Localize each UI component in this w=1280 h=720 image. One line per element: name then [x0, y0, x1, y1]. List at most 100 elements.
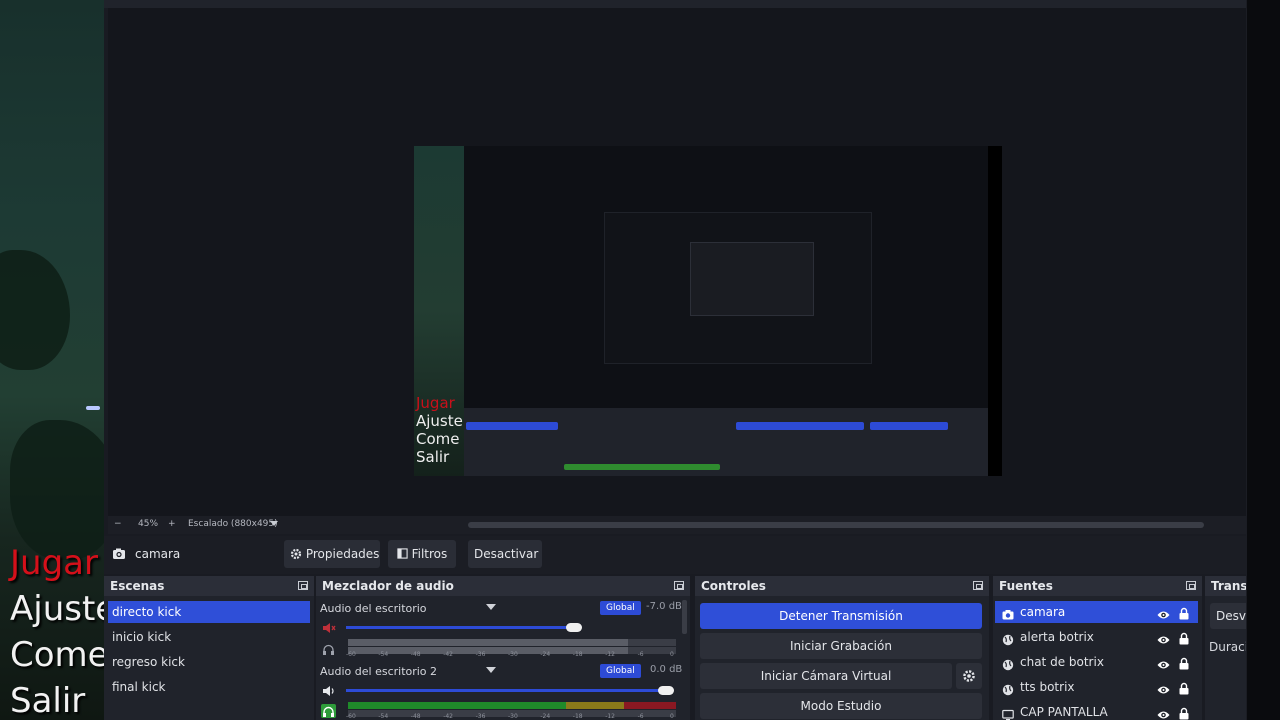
source-item[interactable]: camara: [995, 601, 1198, 623]
desktop-edge: [1247, 0, 1280, 720]
source-label: chat de botrix: [1020, 655, 1104, 669]
source-label: camara: [1020, 605, 1066, 619]
meter-tick-label: 0: [670, 651, 674, 658]
controls-dock: Controles Detener Transmisión Iniciar Gr…: [695, 576, 989, 720]
preview-menu-word: Come: [416, 430, 460, 448]
mixer-scrollbar[interactable]: [682, 600, 687, 634]
meter-tick-label: -48: [410, 713, 421, 720]
meter-tick-label: -24: [540, 713, 551, 720]
scene-item[interactable]: inicio kick: [108, 626, 310, 648]
level-meter-peak: [348, 639, 628, 646]
source-item[interactable]: alerta botrix: [995, 626, 1198, 648]
meter-tick-label: -42: [443, 713, 453, 720]
scaling-label: Escalado (880x495): [188, 519, 278, 529]
undock-icon[interactable]: [674, 581, 684, 590]
speaker-icon[interactable]: [322, 685, 336, 697]
source-item[interactable]: CAP PANTALLA: [995, 701, 1198, 720]
meter-tick-label: -30: [508, 651, 518, 658]
level-meter-red: [624, 702, 676, 709]
meter-tick-label: -60: [346, 651, 356, 658]
deactivate-button[interactable]: Desactivar: [468, 540, 542, 568]
lock-icon[interactable]: [1179, 705, 1189, 720]
gear-icon: [290, 548, 302, 560]
meter-tick-label: -6: [637, 713, 644, 720]
preview-canvas-area[interactable]: Jugar Ajuste Come Salir: [108, 8, 1247, 516]
menu-strip: [104, 0, 1247, 8]
meter-tick-label: -12: [605, 651, 615, 658]
volume-knob[interactable]: [658, 686, 674, 695]
camera-icon: [113, 548, 125, 559]
audio-mixer-dock: Mezclador de audio Audio del escritorio …: [316, 576, 690, 720]
transitions-header: Transic: [1205, 576, 1247, 596]
source-item[interactable]: tts botrix: [995, 676, 1198, 698]
global-button[interactable]: Global: [600, 601, 641, 615]
filters-label: Filtros: [411, 547, 448, 561]
horizontal-scrollbar[interactable]: [468, 522, 1204, 528]
nested-source-highlight: [870, 422, 948, 430]
meter-tick-label: -12: [605, 713, 615, 720]
level-meter-green: [348, 702, 566, 709]
properties-button[interactable]: Propiedades: [284, 540, 380, 568]
sources-title: Fuentes: [999, 579, 1053, 593]
zoom-in-button[interactable]: +: [168, 519, 176, 529]
meter-tick-label: -42: [443, 651, 453, 658]
stop-streaming-button[interactable]: Detener Transmisión: [700, 603, 982, 629]
undock-icon[interactable]: [298, 581, 308, 590]
undock-icon[interactable]: [1186, 581, 1196, 590]
filters-button[interactable]: Filtros: [388, 540, 456, 568]
controls-title: Controles: [701, 579, 766, 593]
preview-menu-words: Jugar Ajuste Come Salir: [416, 394, 463, 466]
source-item[interactable]: chat de botrix: [995, 651, 1198, 673]
undock-icon[interactable]: [973, 581, 983, 590]
channel-menu-icon[interactable]: [486, 667, 496, 673]
scene-item[interactable]: regreso kick: [108, 651, 310, 673]
zoom-level: 45%: [138, 519, 159, 529]
meter-tick-label: -60: [346, 713, 356, 720]
globe-icon: [1002, 681, 1014, 696]
monitor-toggle[interactable]: [321, 704, 336, 718]
level-meter-yellow: [566, 702, 624, 709]
sources-dock: Fuentes camara alerta botrix chat de botri…: [993, 576, 1202, 720]
muted-speaker-icon[interactable]: [322, 622, 336, 634]
scenes-title: Escenas: [110, 579, 165, 593]
meter-tick-label: -6: [637, 651, 644, 658]
volume-knob[interactable]: [566, 623, 583, 632]
eye-icon[interactable]: [1157, 656, 1170, 669]
scenes-dock: Escenas directo kick inicio kick regreso…: [104, 576, 314, 720]
mixer-header: Mezclador de audio: [316, 576, 690, 596]
scaling-dropdown-icon[interactable]: [270, 521, 278, 526]
zoom-out-button[interactable]: −: [114, 519, 122, 529]
lock-icon[interactable]: [1179, 680, 1189, 695]
channel-menu-icon[interactable]: [486, 604, 496, 610]
scenes-header: Escenas: [104, 576, 314, 596]
start-recording-button[interactable]: Iniciar Grabación: [700, 633, 982, 659]
eye-icon[interactable]: [1157, 631, 1170, 644]
gear-icon: [963, 670, 975, 682]
start-virtual-camera-button[interactable]: Iniciar Cámara Virtual: [700, 663, 952, 689]
headphones-icon[interactable]: [322, 644, 335, 656]
lock-icon[interactable]: [1179, 655, 1189, 670]
source-label: alerta botrix: [1020, 630, 1094, 644]
preview-image: Jugar Ajuste Come Salir: [414, 146, 1002, 476]
meter-tick-label: -54: [378, 713, 389, 720]
duration-label: Duració: [1209, 640, 1247, 654]
volume-slider[interactable]: [346, 626, 574, 629]
eye-icon[interactable]: [1157, 706, 1170, 719]
scene-item[interactable]: final kick: [108, 676, 310, 698]
monitor-icon: [1002, 706, 1014, 720]
eye-icon[interactable]: [1157, 606, 1170, 619]
global-button[interactable]: Global: [600, 664, 641, 678]
menu-word: Ajustes: [10, 589, 108, 629]
channel-db: -7.0 dB: [646, 601, 682, 612]
eye-icon[interactable]: [1157, 681, 1170, 694]
lock-icon[interactable]: [1179, 630, 1189, 645]
virtual-camera-settings-button[interactable]: [956, 663, 982, 689]
zoom-bar: − 45% + Escalado (880x495): [108, 516, 1247, 534]
meter-tick-label: -24: [540, 651, 551, 658]
volume-slider[interactable]: [346, 689, 666, 692]
scene-item[interactable]: directo kick: [108, 601, 310, 623]
meter-ticks: -60 -54 -48 -42 -36 -30 -24 -18 -12 -6 0: [346, 651, 680, 659]
studio-mode-button[interactable]: Modo Estudio: [700, 693, 982, 719]
transition-select[interactable]: Desva: [1210, 603, 1247, 629]
lock-icon[interactable]: [1179, 605, 1189, 620]
